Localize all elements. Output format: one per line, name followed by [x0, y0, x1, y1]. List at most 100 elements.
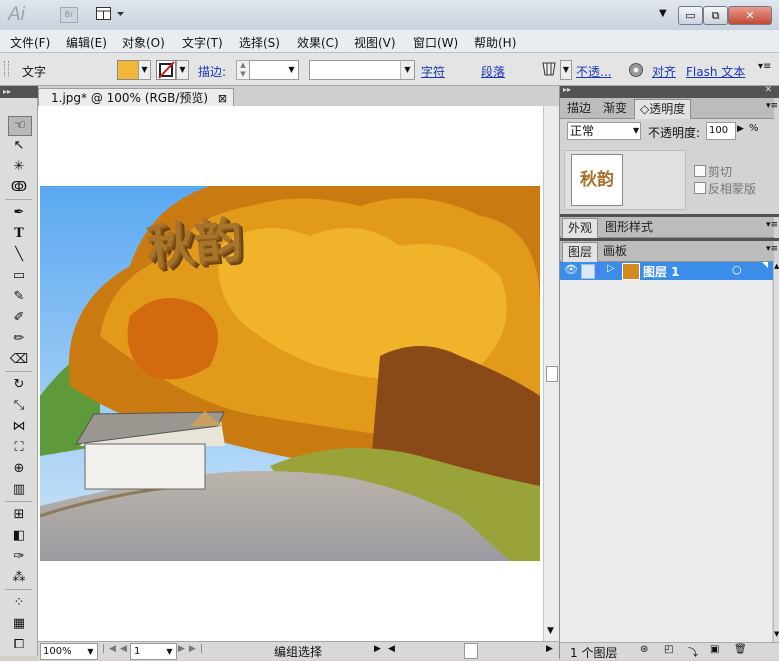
opacity-slider-arrow-icon[interactable]: ▶ [737, 124, 744, 134]
scale-tool-icon[interactable]: ⤡ [8, 397, 30, 415]
invert-mask-checkbox[interactable] [694, 182, 706, 194]
scroll-down-icon[interactable]: ▼ [547, 626, 554, 636]
tab-close-icon[interactable]: ⊠ [218, 92, 227, 105]
artboard-nav-next-icons[interactable]: ▶▶| [178, 644, 207, 654]
artwork-text-secret-autumn[interactable]: 秋韵 [143, 200, 245, 278]
tab-stroke[interactable]: 描边 [562, 99, 596, 118]
blend-tool-icon[interactable]: ⁂ [8, 569, 30, 587]
restore-button[interactable]: ⧉ [703, 6, 728, 25]
opacity-link[interactable]: 不透... [576, 63, 611, 80]
tab-gradient[interactable]: 渐变 [598, 99, 632, 118]
fill-dropdown[interactable]: ▼ [138, 60, 151, 80]
layers-panel-menu-icon[interactable]: ▾≡ [766, 244, 778, 254]
layer-name[interactable]: 图层 1 [643, 263, 680, 280]
tab-layers[interactable]: 图层 [562, 242, 599, 262]
recolor-artwork-icon[interactable] [628, 62, 644, 78]
stroke-none-swatch[interactable] [156, 60, 176, 80]
visibility-eye-icon[interactable]: 👁 [564, 263, 578, 276]
tab-appearance[interactable]: 外观 [562, 218, 599, 238]
tab-artboards[interactable]: 画板 [598, 242, 632, 261]
brush-dropdown[interactable]: ▼ [560, 60, 572, 80]
menu-help[interactable]: 帮助(H) [474, 34, 516, 51]
artboard-nav-prev-icons[interactable]: |◀◀ [102, 644, 131, 654]
create-sublayer-icon[interactable]: ⤵ [688, 644, 698, 659]
eyedropper-tool-icon[interactable]: ✑ [8, 548, 30, 566]
lock-toggle[interactable] [581, 264, 595, 279]
dock-close-icon[interactable]: ✕ [764, 85, 772, 95]
stroke-weight-spinner[interactable]: ▲ ▼ [236, 60, 250, 80]
delete-layer-icon[interactable]: 🗑 [734, 644, 747, 655]
menu-view[interactable]: 视图(V) [354, 34, 396, 51]
minimize-button[interactable]: ▭ [678, 6, 703, 25]
document-canvas[interactable]: 秋韵 [38, 106, 543, 641]
layer-row[interactable]: 👁 ▷ 图层 1 ○ [560, 262, 774, 280]
bridge-button[interactable]: Br [60, 7, 78, 23]
hscroll-right-icon[interactable]: ▶ [546, 644, 553, 654]
clip-checkbox[interactable] [694, 165, 706, 177]
blend-mode-arrow-icon[interactable]: ▼ [633, 126, 639, 135]
tab-graphic-styles[interactable]: 图形样式 [600, 218, 658, 237]
fill-color-swatch[interactable] [117, 60, 139, 80]
blob-brush-tool-icon[interactable]: ✏ [8, 330, 30, 348]
selection-tool-icon[interactable]: ☜ [8, 116, 32, 136]
artboard-tool-icon[interactable]: ⧠ [8, 636, 30, 654]
object-thumbnail[interactable]: 秋韵 [571, 154, 623, 206]
stroke-weight-dropdown[interactable]: ▼ [249, 60, 299, 80]
blend-mode-dropdown[interactable]: 正常 [567, 122, 641, 140]
free-transform-tool-icon[interactable]: ⛶ [8, 439, 30, 457]
arrange-documents-button[interactable] [96, 7, 126, 21]
appearance-panel-menu-icon[interactable]: ▾≡ [766, 220, 778, 230]
gradient-tool-icon[interactable]: ◧ [8, 527, 30, 545]
control-panel-menu-icon[interactable]: ▾≡ [758, 61, 771, 72]
graph-tool-icon[interactable]: ▥ [8, 481, 30, 499]
pen-tool-icon[interactable]: ✒ [8, 204, 30, 222]
rectangle-tool-icon[interactable]: ▭ [8, 267, 30, 285]
menu-type[interactable]: 文字(T) [182, 34, 223, 51]
line-segment-tool-icon[interactable]: ╲ [8, 246, 30, 264]
workspace-switcher-icon[interactable]: ▼ [659, 8, 667, 19]
width-tool-icon[interactable]: ⋈ [8, 418, 30, 436]
opacity-input[interactable]: 100 [706, 122, 736, 140]
menu-effect[interactable]: 效果(C) [297, 34, 339, 51]
paintbrush-tool-icon[interactable]: ✎ [8, 288, 30, 306]
status-menu-arrow-icon[interactable]: ▶ [374, 644, 381, 654]
hscroll-thumb[interactable] [464, 643, 478, 659]
flash-text-link[interactable]: Flash 文本 [686, 63, 745, 80]
brush-library-icon[interactable] [540, 61, 560, 77]
mesh-tool-icon[interactable]: ⊞ [8, 506, 30, 524]
scrollbar-thumb[interactable] [546, 366, 558, 382]
tab-transparency[interactable]: ◇透明度 [634, 99, 692, 119]
menu-select[interactable]: 选择(S) [239, 34, 280, 51]
transparency-panel-menu-icon[interactable]: ▾≡ [766, 101, 778, 111]
document-tab[interactable]: 1.jpg* @ 100% (RGB/预览) ⊠ [38, 88, 235, 107]
stroke-dropdown[interactable]: ▼ [176, 60, 189, 80]
artboard-number-dropdown[interactable]: 1 ▼ [130, 643, 177, 660]
target-circle-icon[interactable]: ○ [732, 263, 742, 276]
character-panel-link[interactable]: 字符 [421, 63, 445, 80]
paragraph-panel-link[interactable]: 段落 [481, 63, 505, 80]
locate-object-icon[interactable]: ⊛ [640, 644, 648, 655]
layers-scrollbar[interactable]: ▲ ▼ [773, 262, 779, 642]
lasso-tool-icon[interactable]: ↂ [8, 179, 30, 197]
rotate-tool-icon[interactable]: ↻ [8, 376, 30, 394]
magic-wand-tool-icon[interactable]: ✳ [8, 158, 30, 176]
create-layer-icon[interactable]: ▣ [710, 644, 719, 655]
eraser-tool-icon[interactable]: ⌫ [8, 351, 30, 369]
direct-selection-tool-icon[interactable]: ↖ [8, 137, 30, 155]
expand-layer-icon[interactable]: ▷ [607, 263, 615, 274]
menu-edit[interactable]: 编辑(E) [66, 34, 107, 51]
type-tool-icon[interactable]: T [8, 225, 30, 243]
tools-collapse-icon[interactable]: ▸▸ [0, 86, 40, 98]
close-button[interactable]: ✕ [728, 6, 772, 25]
column-graph-tool-icon[interactable]: ▦ [8, 615, 30, 633]
align-link[interactable]: 对齐 [652, 63, 676, 80]
menu-window[interactable]: 窗口(W) [413, 34, 458, 51]
menu-file[interactable]: 文件(F) [10, 34, 50, 51]
make-clipping-mask-icon[interactable]: ◰ [664, 644, 673, 655]
hscroll-left-icon[interactable]: ◀ [388, 644, 395, 654]
menu-object[interactable]: 对象(O) [122, 34, 165, 51]
symbol-sprayer-tool-icon[interactable]: ⁘ [8, 594, 30, 612]
variable-width-profile-dropdown[interactable]: ▼ [309, 60, 415, 80]
dock-collapse-icon[interactable]: ▸▸ [563, 85, 571, 94]
stroke-label[interactable]: 描边: [198, 63, 226, 80]
